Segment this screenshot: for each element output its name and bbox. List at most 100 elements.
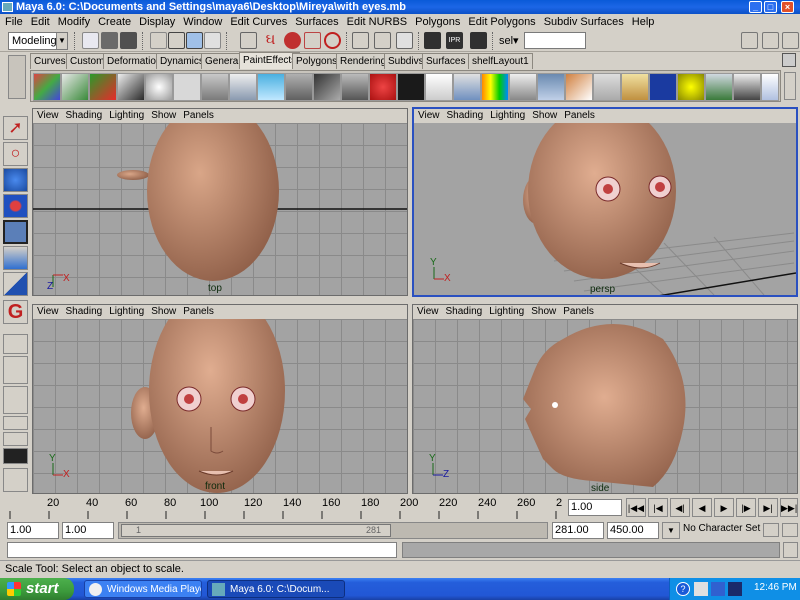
menu-help[interactable]: Help	[627, 14, 658, 30]
menu-lighting[interactable]: Lighting	[485, 305, 527, 319]
network-icon[interactable]	[694, 582, 708, 596]
last-tool-icon[interactable]: G	[3, 300, 28, 324]
menu-file[interactable]: File	[0, 14, 26, 30]
flower-brush-icon[interactable]	[369, 73, 397, 101]
menu-show[interactable]: Show	[528, 109, 560, 123]
selection-input[interactable]	[524, 32, 586, 49]
stroke-icon[interactable]	[117, 73, 145, 101]
viewport-side[interactable]: View Shading Lighting Show Panels Y Z side	[412, 304, 798, 494]
menu-panels[interactable]: Panels	[560, 109, 598, 123]
layout-four-icon[interactable]	[3, 356, 28, 384]
crystal-brush-icon[interactable]	[761, 73, 779, 101]
go-to-start-icon[interactable]: |◀◀	[626, 498, 646, 517]
attribute-editor-icon[interactable]	[782, 32, 799, 49]
mode-selector[interactable]: Modeling ▼	[8, 32, 68, 50]
step-forward-frame-icon[interactable]: |▶	[736, 498, 756, 517]
menu-view[interactable]: View	[413, 305, 442, 319]
soft-mod-tool-icon[interactable]	[3, 246, 28, 270]
smoke-brush-icon[interactable]	[509, 73, 537, 101]
play-forward-icon[interactable]: ▶	[714, 498, 734, 517]
time-slider[interactable]: 20 40 60 80 100 120 140 160 180 200 220 …	[0, 497, 800, 519]
rotate-tool-icon[interactable]	[3, 194, 28, 218]
viewport-top[interactable]: View Shading Lighting Show Panels Z X top	[32, 108, 408, 296]
layout-single-icon[interactable]	[3, 334, 28, 354]
layout-outliner-icon[interactable]	[3, 468, 28, 492]
script-editor-icon[interactable]	[783, 542, 798, 558]
current-frame-field[interactable]: 1.00	[568, 499, 622, 516]
dark-brush-icon[interactable]	[397, 73, 425, 101]
viewport-persp[interactable]: View Shading Lighting Show Panels Y X persp	[412, 107, 798, 297]
menu-display[interactable]: Display	[134, 14, 178, 30]
scale-tool-icon[interactable]	[3, 220, 28, 244]
menu-window[interactable]: Window	[178, 14, 225, 30]
feather-brush-icon[interactable]	[201, 73, 229, 101]
menu-shading[interactable]: Shading	[62, 109, 106, 123]
gold-brush-icon[interactable]	[621, 73, 649, 101]
mel-command-input[interactable]	[7, 542, 397, 558]
start-button[interactable]: start	[0, 578, 74, 600]
trash-icon[interactable]	[782, 53, 796, 67]
start-time-field[interactable]: 1.00	[7, 522, 59, 539]
input-connections-icon[interactable]	[352, 32, 369, 49]
render-icon[interactable]	[424, 32, 441, 49]
object-mode-icon[interactable]	[186, 32, 203, 49]
minimize-button[interactable]: _	[749, 1, 762, 13]
show-manipulator-icon[interactable]	[3, 272, 28, 296]
menu-lighting[interactable]: Lighting	[105, 109, 147, 123]
menu-polygons[interactable]: Polygons	[410, 14, 463, 30]
tray-app-icon[interactable]	[728, 582, 742, 596]
menu-edit-polygons[interactable]: Edit Polygons	[463, 14, 538, 30]
teapot-icon[interactable]	[145, 73, 173, 101]
character-set-label[interactable]: No Character Set	[683, 523, 760, 534]
shelf-scroll[interactable]	[784, 72, 796, 100]
construction-history-icon[interactable]	[396, 32, 413, 49]
playback-start-field[interactable]: 1.00	[62, 522, 114, 539]
menu-show[interactable]: Show	[147, 305, 179, 319]
hair-brush-icon[interactable]	[313, 73, 341, 101]
menu-modify[interactable]: Modify	[53, 14, 93, 30]
shelf-tab-curves[interactable]: Curves	[30, 53, 70, 69]
layout-persp-icon[interactable]	[3, 416, 28, 430]
save-scene-icon[interactable]	[120, 32, 137, 49]
brush-preset-icon[interactable]	[173, 73, 201, 101]
range-bar[interactable]: 1 281	[118, 522, 548, 539]
play-backward-icon[interactable]: ◀	[692, 498, 712, 517]
go-to-end-icon[interactable]: ▶▶|	[780, 498, 798, 517]
step-back-key-icon[interactable]: |◀	[648, 498, 668, 517]
menu-view[interactable]: View	[33, 109, 62, 123]
menu-surfaces[interactable]: Surfaces	[290, 14, 341, 30]
move-tool-icon[interactable]	[3, 168, 28, 192]
ipr-render-icon[interactable]: IPR	[446, 32, 463, 49]
neon-brush-icon[interactable]	[649, 73, 677, 101]
snap-view-plane-icon[interactable]	[304, 32, 321, 49]
menu-show[interactable]: Show	[527, 305, 559, 319]
menu-shading[interactable]: Shading	[443, 109, 487, 123]
maximize-button[interactable]: □	[764, 1, 777, 13]
menu-show[interactable]: Show	[147, 109, 179, 123]
select-tool-icon[interactable]: ➚	[3, 116, 28, 140]
branch-brush-icon[interactable]	[733, 73, 761, 101]
menu-edit-nurbs[interactable]: Edit NURBS	[342, 14, 411, 30]
rope-brush-icon[interactable]	[565, 73, 593, 101]
output-connections-icon[interactable]	[374, 32, 391, 49]
menu-edit-curves[interactable]: Edit Curves	[225, 14, 290, 30]
rainbow-brush-icon[interactable]	[481, 73, 509, 101]
help-icon[interactable]: ?	[676, 582, 690, 596]
make-live-icon[interactable]	[324, 32, 341, 49]
shelf-tab-shelflayout1[interactable]: shelfLayout1	[468, 53, 533, 69]
shelf-tab-rendering[interactable]: Rendering	[336, 53, 391, 69]
taskbar-item-maya[interactable]: Maya 6.0: C:\Docum...	[207, 580, 345, 598]
menu-lighting[interactable]: Lighting	[105, 305, 147, 319]
shelf-tab-surfaces[interactable]: Surfaces	[422, 53, 470, 69]
shelf-tab-polygons[interactable]: Polygons	[292, 53, 342, 69]
grass-brush-icon[interactable]	[341, 73, 369, 101]
snap-point-icon[interactable]	[284, 32, 301, 49]
component-mode-icon[interactable]	[204, 32, 221, 49]
layout-graph-icon[interactable]	[3, 432, 28, 446]
snap-curve-icon[interactable]: ઘ	[262, 32, 279, 49]
hierarchy-mode-icon[interactable]	[150, 32, 167, 49]
snap-grid-icon[interactable]	[240, 32, 257, 49]
playback-end-field[interactable]: 281.00	[552, 522, 604, 539]
white-brush-icon[interactable]	[425, 73, 453, 101]
shelf-tab-painteffects[interactable]: PaintEffects	[239, 52, 301, 69]
